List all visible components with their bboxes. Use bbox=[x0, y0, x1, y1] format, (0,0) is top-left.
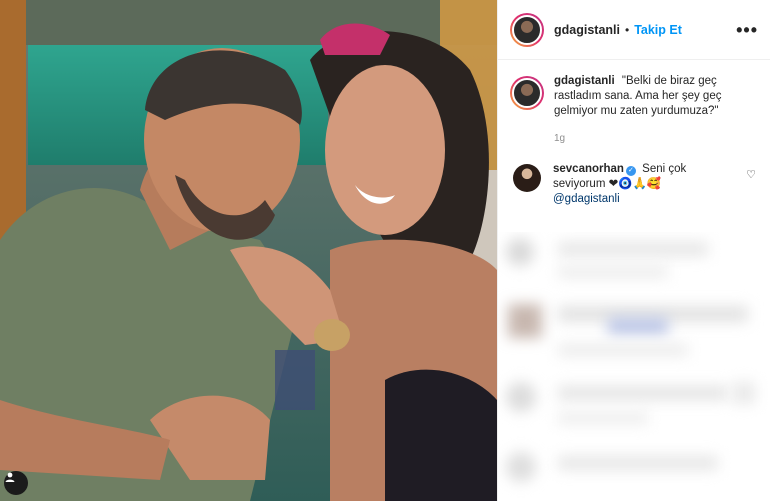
blurred-text bbox=[558, 344, 688, 356]
post-photo-illustration bbox=[0, 0, 497, 501]
post-caption: gdagistanli "Belki de biraz geç rastladı… bbox=[498, 60, 770, 146]
more-options-icon[interactable]: ••• bbox=[736, 21, 758, 39]
instagram-post-view: gdagistanli • Takip Et ••• gdagistanli "… bbox=[0, 0, 770, 501]
blurred-text bbox=[558, 386, 728, 400]
blurred-text bbox=[558, 412, 648, 424]
caption-author-avatar[interactable] bbox=[510, 76, 544, 110]
blurred-avatar bbox=[506, 452, 536, 482]
blurred-comments-area bbox=[498, 232, 770, 501]
verified-badge-icon: ✓ bbox=[625, 166, 636, 176]
post-photo[interactable] bbox=[0, 0, 497, 501]
blurred-text bbox=[733, 382, 755, 404]
blurred-avatar bbox=[506, 238, 534, 266]
blurred-avatar bbox=[508, 304, 542, 338]
comment-emojis: ❤🧿🙏🥰 bbox=[608, 178, 662, 190]
follow-button[interactable]: Takip Et bbox=[634, 23, 682, 37]
tagged-users-button[interactable] bbox=[4, 471, 28, 495]
caption-timestamp[interactable]: 1g bbox=[554, 131, 758, 146]
comment-body: sevcanorhan ✓ Seni çok seviyorum ❤🧿🙏🥰 @gd… bbox=[553, 162, 738, 207]
post-header: gdagistanli • Takip Et ••• bbox=[498, 0, 770, 60]
author-avatar[interactable] bbox=[510, 12, 544, 47]
blurred-text bbox=[608, 318, 668, 334]
blurred-text bbox=[558, 242, 708, 256]
comment-mention-link[interactable]: @gdagistanli bbox=[553, 192, 738, 207]
post-side-panel: gdagistanli • Takip Et ••• gdagistanli "… bbox=[497, 0, 770, 501]
author-username-link[interactable]: gdagistanli bbox=[554, 23, 620, 37]
blurred-text bbox=[558, 266, 668, 278]
blurred-avatar bbox=[506, 382, 536, 412]
commenter-username-link[interactable]: sevcanorhan bbox=[553, 163, 624, 175]
blurred-text bbox=[558, 456, 718, 470]
comment-item: sevcanorhan ✓ Seni çok seviyorum ❤🧿🙏🥰 @gd… bbox=[498, 146, 770, 207]
header-separator: • bbox=[624, 22, 630, 37]
commenter-avatar[interactable] bbox=[513, 164, 541, 192]
caption-username-link[interactable]: gdagistanli bbox=[554, 75, 615, 87]
heart-icon[interactable]: ♡ bbox=[746, 168, 756, 181]
user-tag-icon bbox=[5, 472, 15, 482]
caption-body: gdagistanli "Belki de biraz geç rastladı… bbox=[554, 74, 758, 146]
